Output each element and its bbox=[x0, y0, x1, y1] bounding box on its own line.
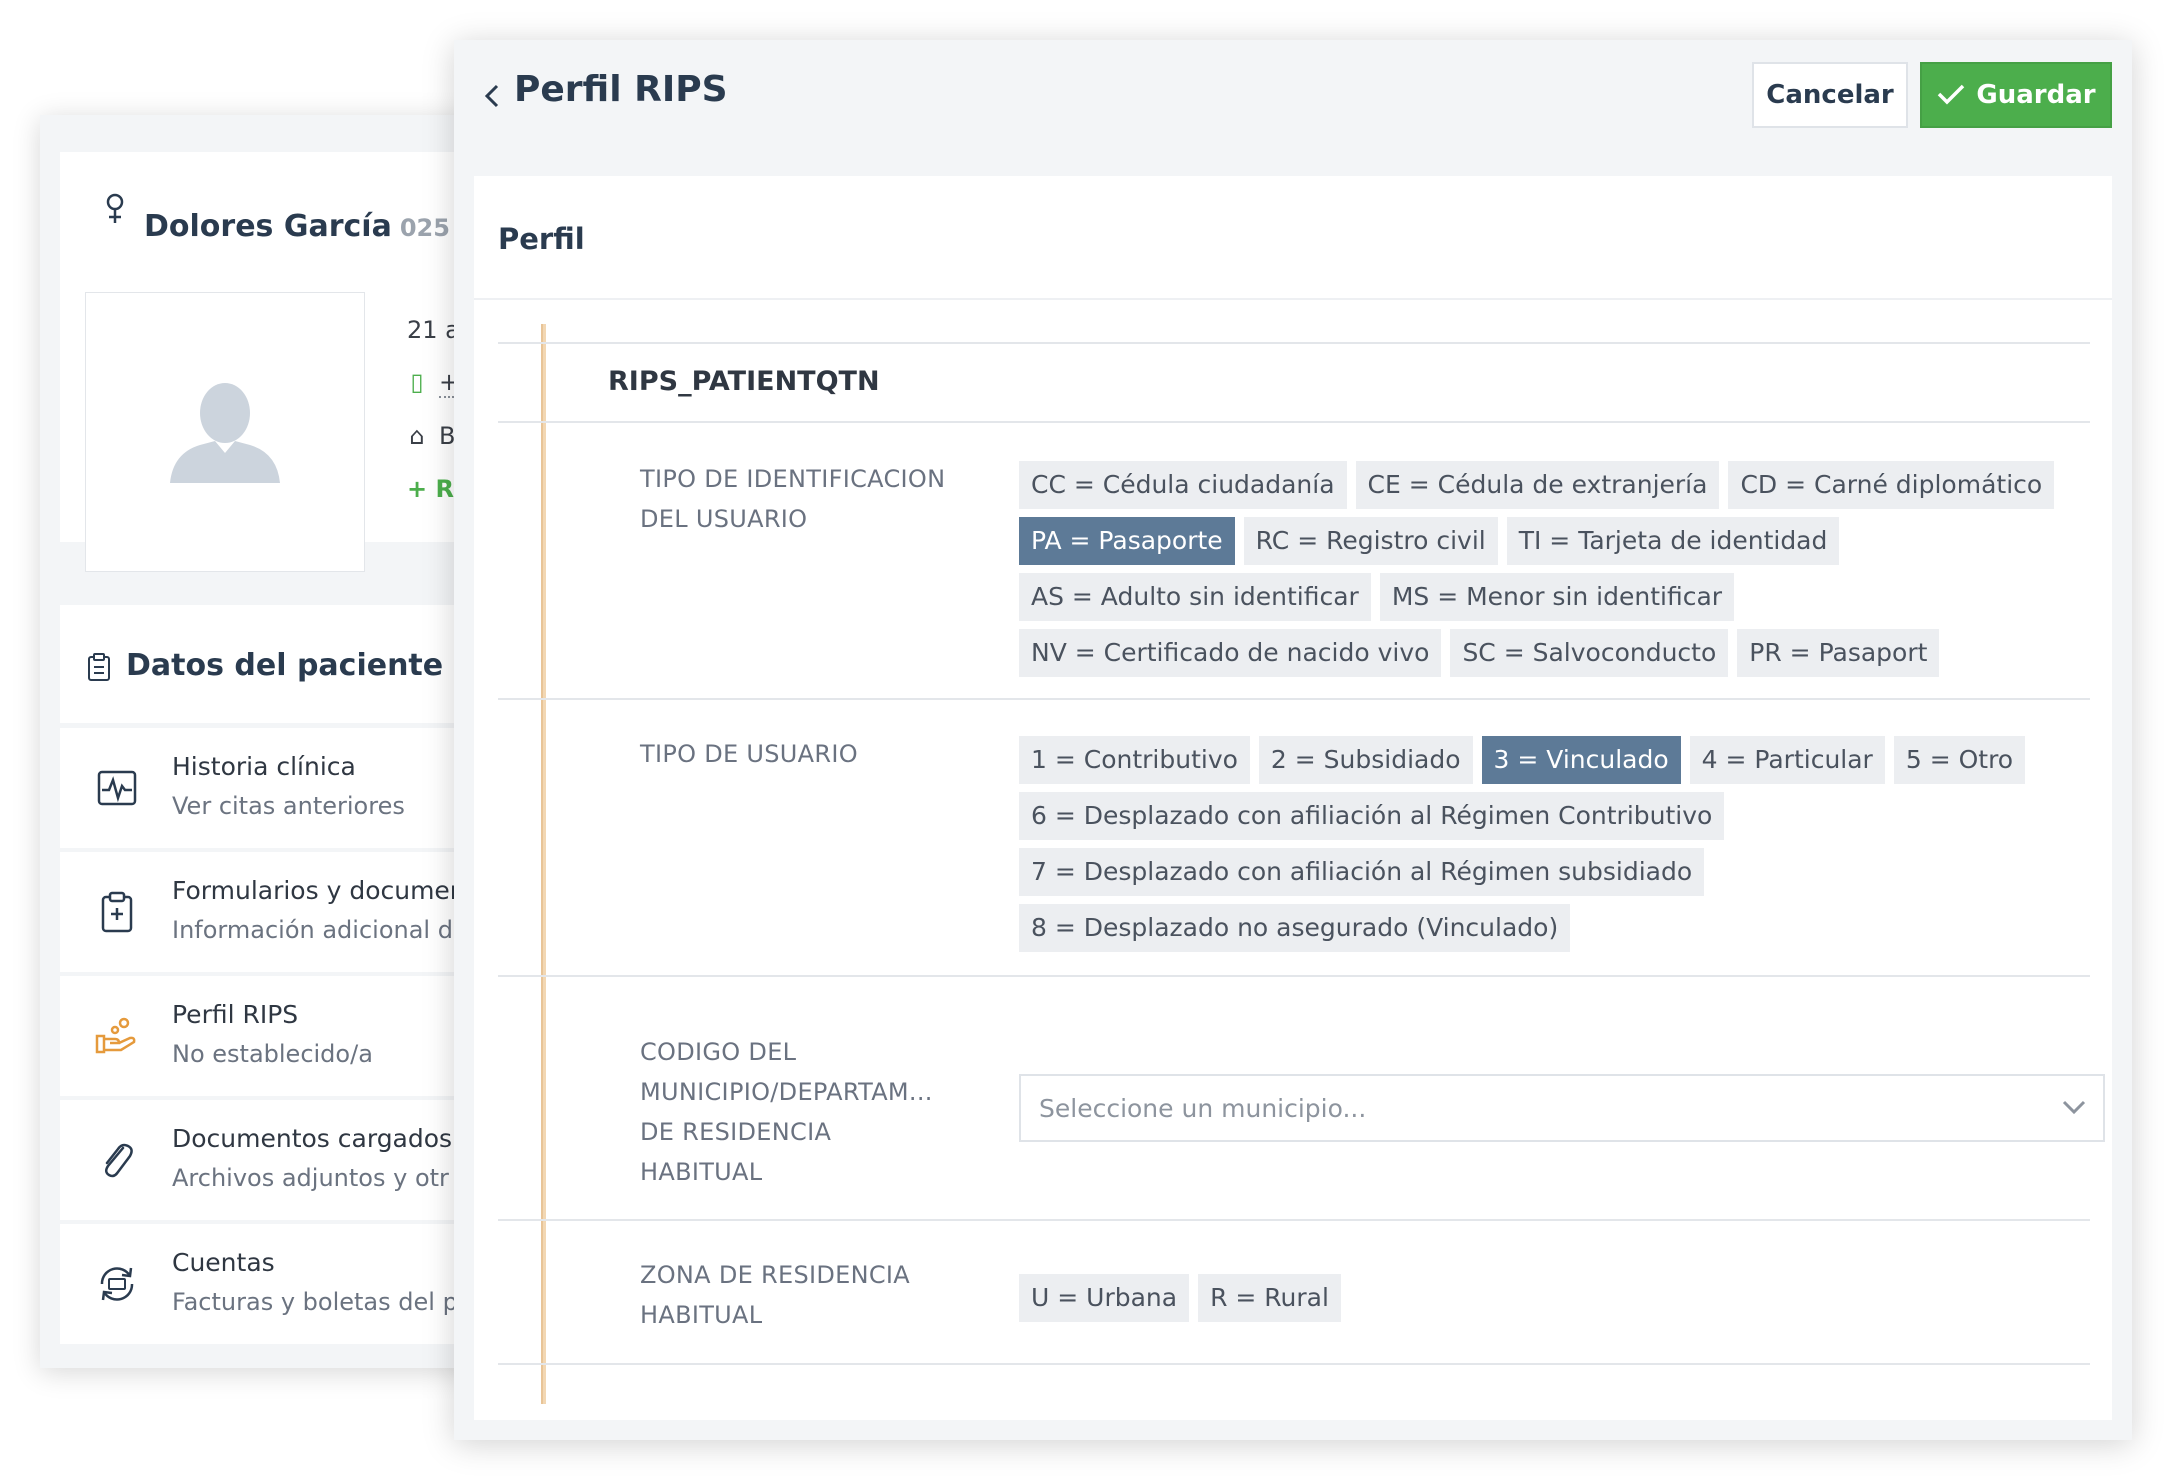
option-chip[interactable]: CC = Cédula ciudadanía bbox=[1019, 461, 1347, 509]
section-title: Datos del paciente bbox=[126, 648, 444, 683]
tipo-identificacion-label: TIPO DE IDENTIFICACION DEL USUARIO bbox=[640, 459, 945, 539]
panel-title: Perfil bbox=[498, 222, 585, 256]
option-chip[interactable]: MS = Menor sin identificar bbox=[1379, 573, 1735, 621]
patient-header: Dolores García025 [760 bbox=[60, 152, 500, 272]
menu-item-subtitle: Archivos adjuntos y otr bbox=[172, 1164, 449, 1192]
rips-profile-modal: Perfil RIPS Cancelar Guardar Perfil RIPS… bbox=[454, 40, 2132, 1440]
phone-icon: ▯ bbox=[410, 368, 424, 396]
option-chip[interactable]: CD = Carné diplomático bbox=[1728, 461, 2055, 509]
divider bbox=[498, 975, 2090, 977]
label-line: HABITUAL bbox=[640, 1301, 763, 1329]
label-line: DE RESIDENCIA bbox=[640, 1118, 832, 1146]
menu-item-subtitle: No establecido/a bbox=[172, 1040, 373, 1068]
label-line: TIPO DE USUARIO bbox=[640, 740, 858, 768]
heart-monitor-icon bbox=[97, 770, 137, 806]
female-icon bbox=[106, 193, 124, 223]
option-chip[interactable]: 4 = Particular bbox=[1689, 736, 1885, 784]
option-chip[interactable]: R = Rural bbox=[1198, 1274, 1341, 1322]
divider bbox=[498, 698, 2090, 700]
save-button[interactable]: Guardar bbox=[1920, 62, 2112, 128]
tipo-identificacion-options: CC = Cédula ciudadanía CE = Cédula de ext… bbox=[1019, 461, 2089, 685]
avatar bbox=[85, 292, 365, 572]
option-chip[interactable]: RC = Registro civil bbox=[1243, 517, 1498, 565]
group-label: RIPS_PATIENTQTN bbox=[608, 366, 880, 397]
profile-panel: Perfil RIPS_PATIENTQTN TIPO DE IDENTIFIC… bbox=[474, 176, 2112, 1420]
clipboard-plus-icon bbox=[101, 891, 133, 933]
clipboard-icon bbox=[88, 653, 110, 681]
paperclip-icon bbox=[105, 1143, 133, 1178]
divider bbox=[498, 1363, 2090, 1365]
option-chip[interactable]: AS = Adulto sin identificar bbox=[1019, 573, 1371, 621]
menu-item-formularios[interactable]: Formularios y documen Información adicio… bbox=[60, 852, 500, 972]
divider bbox=[498, 1219, 2090, 1221]
menu-item-title: Documentos cargados bbox=[172, 1124, 453, 1153]
refresh-cash-icon bbox=[100, 1267, 134, 1301]
cancel-button[interactable]: Cancelar bbox=[1752, 62, 1908, 128]
patient-sidebar-card: Dolores García025 [760 21 añ ▯+51 ⌂Ba + … bbox=[40, 115, 500, 1368]
codigo-municipio-label: CODIGO DEL MUNICIPIO/DEPARTAM... DE RESI… bbox=[640, 1032, 933, 1192]
label-line: CODIGO DEL bbox=[640, 1038, 797, 1066]
patient-name-text: Dolores García bbox=[144, 209, 392, 244]
option-chip[interactable]: TI = Tarjeta de identidad bbox=[1506, 517, 1840, 565]
zona-residencia-options: U = Urbana R = Rural bbox=[1019, 1274, 2089, 1330]
option-chip[interactable]: 1 = Contributivo bbox=[1019, 736, 1250, 784]
panel-header: Perfil bbox=[474, 176, 2112, 300]
label-line: MUNICIPIO/DEPARTAM... bbox=[640, 1078, 933, 1106]
menu-item-title: Perfil RIPS bbox=[172, 1000, 299, 1029]
option-chip[interactable]: 5 = Otro bbox=[1893, 736, 2026, 784]
menu-item-subtitle: Facturas y boletas del p bbox=[172, 1288, 458, 1316]
label-line: DEL USUARIO bbox=[640, 505, 808, 533]
patient-info: 21 añ ▯+51 ⌂Ba + Re bbox=[60, 272, 500, 572]
option-chip[interactable]: NV = Certificado de nacido vivo bbox=[1019, 629, 1442, 677]
option-chip[interactable]: 2 = Subsidiado bbox=[1258, 736, 1473, 784]
check-icon bbox=[1938, 84, 1965, 105]
option-chip[interactable]: U = Urbana bbox=[1019, 1274, 1190, 1322]
label-line: TIPO DE IDENTIFICACION bbox=[640, 465, 946, 493]
patient-data-header: Datos del paciente bbox=[60, 605, 500, 723]
label-line: ZONA DE RESIDENCIA bbox=[640, 1261, 911, 1289]
municipio-select-placeholder: Seleccione un municipio... bbox=[1039, 1094, 1367, 1123]
tipo-usuario-options: 1 = Contributivo 2 = Subsidiado 3 = Vincul… bbox=[1019, 736, 2089, 960]
label-line: HABITUAL bbox=[640, 1158, 763, 1186]
hand-care-icon bbox=[95, 1017, 136, 1054]
menu-item-perfil-rips[interactable]: Perfil RIPS No establecido/a bbox=[60, 976, 500, 1096]
option-chip[interactable]: 3 = Vinculado bbox=[1481, 736, 1681, 784]
menu-item-title: Historia clínica bbox=[172, 752, 356, 781]
modal-title: Perfil RIPS bbox=[514, 69, 728, 110]
municipio-select[interactable]: Seleccione un municipio... bbox=[1019, 1074, 2105, 1142]
option-chip[interactable]: 8 = Desplazado no asegurado (Vinculado) bbox=[1019, 904, 1571, 952]
zona-residencia-label: ZONA DE RESIDENCIA HABITUAL bbox=[640, 1255, 910, 1335]
address-icon: ⌂ bbox=[409, 422, 425, 450]
divider bbox=[498, 342, 2090, 344]
menu-item-subtitle: Información adicional d bbox=[172, 916, 453, 944]
save-button-label: Guardar bbox=[1976, 80, 2096, 110]
divider bbox=[498, 421, 2090, 423]
modal-header: Perfil RIPS Cancelar Guardar bbox=[454, 40, 2132, 170]
user-silhouette-icon bbox=[170, 383, 280, 483]
patient-name: Dolores García025 [760 bbox=[144, 209, 500, 244]
menu-item-documentos[interactable]: Documentos cargados Archivos adjuntos y … bbox=[60, 1100, 500, 1220]
option-chip[interactable]: PA = Pasaporte bbox=[1019, 517, 1235, 565]
option-chip[interactable]: PR = Pasaport bbox=[1737, 629, 1940, 677]
tree-guide-line bbox=[541, 324, 546, 1404]
menu-item-subtitle: Ver citas anteriores bbox=[172, 792, 405, 820]
option-chip[interactable]: SC = Salvoconducto bbox=[1450, 629, 1729, 677]
tipo-usuario-label: TIPO DE USUARIO bbox=[640, 734, 858, 774]
option-chip[interactable]: 7 = Desplazado con afiliación al Régimen… bbox=[1019, 848, 1705, 896]
back-chevron-icon[interactable] bbox=[482, 80, 502, 112]
menu-item-cuentas[interactable]: Cuentas Facturas y boletas del p bbox=[60, 1224, 500, 1344]
option-chip[interactable]: 6 = Desplazado con afiliación al Régimen… bbox=[1019, 792, 1725, 840]
chevron-down-icon bbox=[2062, 1100, 2086, 1115]
menu-item-title: Cuentas bbox=[172, 1248, 275, 1277]
option-chip[interactable]: CE = Cédula de extranjería bbox=[1355, 461, 1720, 509]
menu-item-title: Formularios y documen bbox=[172, 876, 466, 905]
menu-item-historia-clinica[interactable]: Historia clínica Ver citas anteriores bbox=[60, 728, 500, 848]
